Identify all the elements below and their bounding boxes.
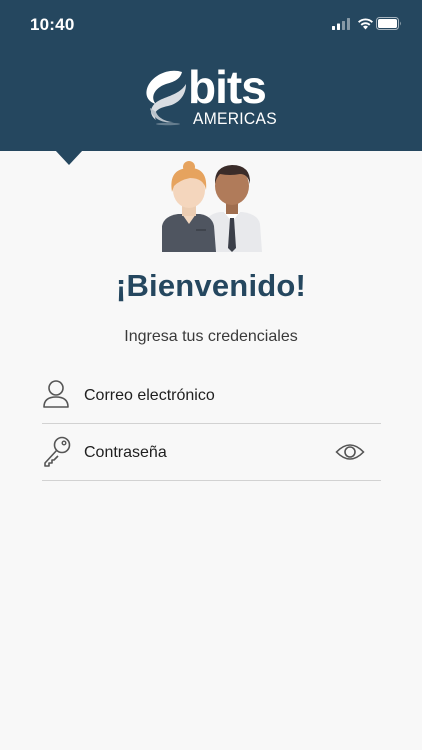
password-input-placeholder[interactable]: Contraseña: [84, 444, 167, 462]
email-field[interactable]: Correo electrónico: [42, 367, 381, 424]
password-field[interactable]: Contraseña: [42, 424, 381, 481]
battery-icon: [376, 17, 401, 30]
logo-swirl-icon: [146, 70, 186, 126]
signal-icon: [332, 18, 350, 30]
status-bar: 10:40: [0, 0, 422, 50]
logo-wordmark: bits: [188, 61, 267, 113]
header-banner: 10:40 bits AMERICAS: [0, 0, 422, 151]
credentials-subtitle: Ingresa tus credenciales: [124, 328, 298, 345]
user-icon: [43, 380, 69, 408]
bits-americas-logo: bits AMERICAS: [140, 62, 290, 132]
eye-icon[interactable]: [335, 442, 365, 462]
header-notch: [55, 150, 83, 165]
users-illustration-icon: [162, 161, 262, 252]
wifi-icon: [358, 18, 373, 30]
key-icon: [44, 436, 71, 467]
status-time: 10:40: [30, 15, 75, 34]
welcome-title: ¡Bienvenido!: [115, 268, 307, 303]
email-input-placeholder[interactable]: Correo electrónico: [84, 387, 215, 405]
logo-subtext: AMERICAS: [193, 109, 277, 128]
